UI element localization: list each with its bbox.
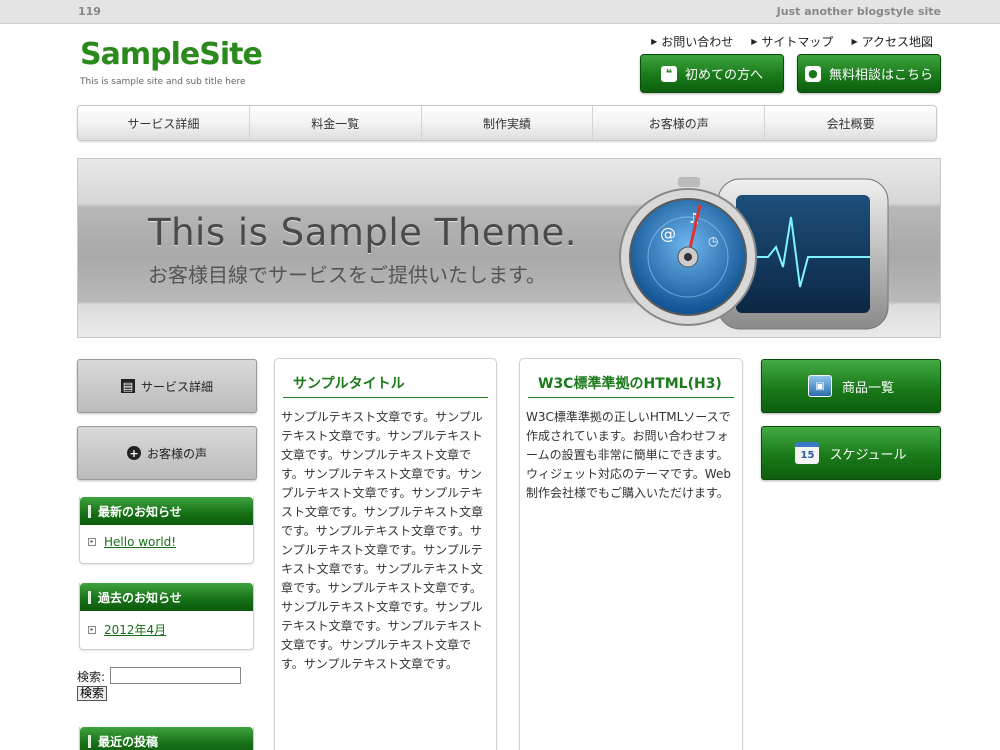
dashboard-monitor-illustration: @ ♫ ◷ [619,177,889,330]
svg-text:◷: ◷ [708,234,719,248]
document-icon: ▤ [120,379,135,393]
chat-bubble-icon: ❝ [660,65,677,82]
widget-title: 過去のお知らせ [80,583,253,611]
contact-link[interactable]: ▶ お問い合わせ [651,33,733,50]
widget-title: 最新のお知らせ [80,497,253,525]
nav-item-works[interactable]: 制作実績 [420,106,593,140]
recent-posts-widget: 最近の投稿 [79,727,254,750]
utility-links: ▶ お問い合わせ ▶ サイトマップ ▶ アクセス地図 [651,33,933,50]
latest-news-widget: 最新のお知らせ ▸ Hello world! [79,497,254,564]
w3c-content-column: W3C標準準拠のHTML(H3) W3C標準準拠の正しいHTMLソースで作成され… [519,358,743,750]
svg-text:@: @ [660,224,676,243]
nav-item-company[interactable]: 会社概要 [764,106,936,140]
archive-link[interactable]: 2012年4月 [104,621,166,638]
arrow-right-icon: ▶ [851,37,858,46]
column-title: W3C標準準拠のHTML(H3) [528,371,734,398]
search-input[interactable] [110,667,241,684]
sample-content-column: サンプルタイトル サンプルテキスト文章です。サンプルテキスト文章です。サンプルテ… [274,358,497,750]
archives-widget: 過去のお知らせ ▸ 2012年4月 [79,583,254,650]
person-icon: ● [804,65,821,82]
arrow-right-icon: ▶ [751,37,758,46]
photo-icon: ▣ [807,375,832,397]
hero-subtitle: お客様目線でサービスをご提供いたします。 [148,263,546,287]
access-map-link[interactable]: ▶ アクセス地図 [851,33,933,50]
hero-title: This is Sample Theme. [148,211,578,254]
arrow-right-icon: ▶ [651,37,658,46]
service-details-button[interactable]: ▤ サービス詳細 [77,359,257,413]
top-bar: 119 Just another blogstyle site [0,0,1000,24]
column-body: サンプルテキスト文章です。サンプルテキスト文章です。サンプルテキスト文章です。サ… [281,410,484,671]
widget-title: 最近の投稿 [80,727,253,750]
search-label: 検索: [77,670,106,684]
nav-item-testimonials[interactable]: お客様の声 [592,106,764,140]
site-subtitle: This is sample site and sub title here [80,77,246,87]
column-body: W3C標準準拠の正しいHTMLソースで作成されています。お問い合わせフォームの設… [526,410,731,500]
calendar-icon: 15 [795,442,820,464]
nav-item-pricing[interactable]: 料金一覧 [248,106,421,140]
site-tagline: Just another blogstyle site [776,5,941,18]
hero-banner: This is Sample Theme. お客様目線でサービスをご提供いたしま… [77,158,941,338]
post-link[interactable]: Hello world! [104,535,176,549]
free-consult-button[interactable]: ● 無料相談はこちら [797,54,941,93]
testimonials-button[interactable]: + お客様の声 [77,426,257,480]
bullet-icon: ▸ [88,625,96,634]
bullet-icon: ▸ [88,538,96,546]
global-nav: サービス詳細 料金一覧 制作実績 お客様の声 会社概要 [77,105,937,141]
column-title: サンプルタイトル [283,371,488,398]
site-logo[interactable]: SampleSite [80,40,263,70]
sitemap-link[interactable]: ▶ サイトマップ [751,33,833,50]
post-count: 119 [78,5,101,18]
first-time-button[interactable]: ❝ 初めての方へ [640,54,784,93]
product-list-button[interactable]: ▣ 商品一覧 [761,359,941,413]
plus-circle-icon: + [126,446,141,460]
search-button[interactable]: 検索 [77,686,108,701]
schedule-button[interactable]: 15 スケジュール [761,426,941,480]
nav-item-services[interactable]: サービス詳細 [78,106,249,140]
